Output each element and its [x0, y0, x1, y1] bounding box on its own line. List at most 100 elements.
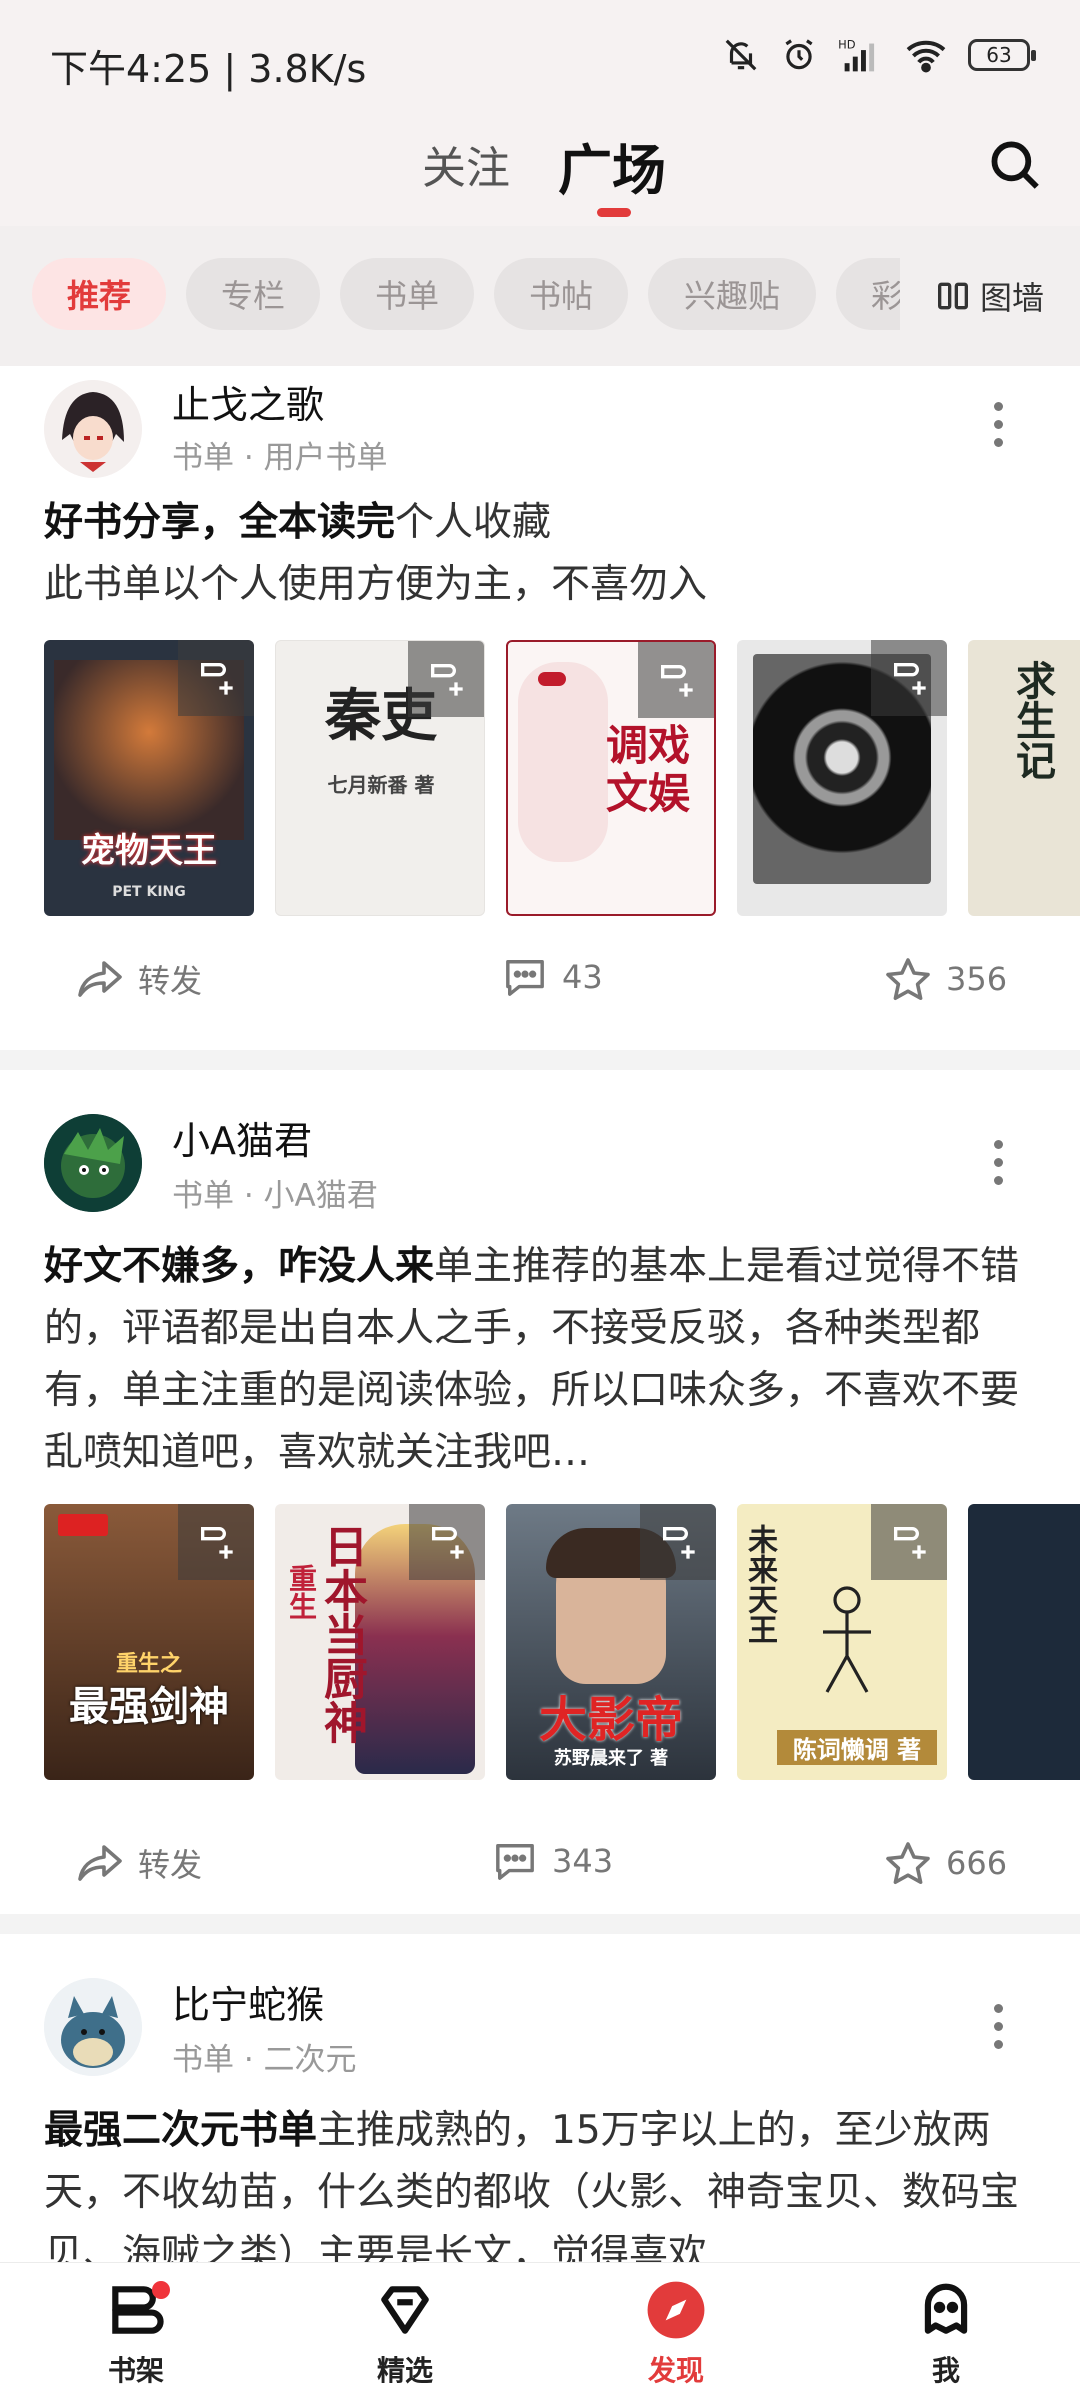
post-actions: 转发 343 666 [0, 1840, 1080, 1920]
category-chips: 推荐 专栏 书单 书帖 兴趣贴 彩蛋 图墙 [0, 226, 1080, 366]
comment-icon [506, 960, 544, 996]
like-button[interactable]: 356 [884, 956, 1007, 1002]
nav-discover[interactable]: 发现 [616, 2279, 736, 2389]
star-icon [886, 958, 930, 1000]
share-icon [78, 1845, 122, 1881]
chip-post[interactable]: 书帖 [494, 258, 628, 330]
more-options-icon[interactable] [992, 2004, 1004, 2058]
share-label: 转发 [138, 1846, 203, 1884]
book-cover-row: 宠物天王 PET KING 秦吏 七月新番 著 调戏文娱 求生记 [44, 640, 1080, 916]
book-subtitle: PET KING [112, 884, 186, 900]
book-cover-row: 重生之 最强剑神 重生 日本当厨神 大影帝 苏野晨来了 著 未来天王 陈词懒调 … [44, 1504, 1080, 1780]
chip-interest[interactable]: 兴趣贴 [648, 258, 816, 330]
profile-icon [924, 2283, 968, 2334]
username[interactable]: 止戈之歌 [172, 374, 324, 429]
book-title: 调戏文娱 [605, 721, 690, 818]
avatar[interactable] [44, 1114, 142, 1212]
image-wall-label: 图墙 [979, 279, 1044, 317]
search-icon[interactable] [986, 136, 1044, 194]
share-button[interactable]: 转发 [76, 956, 202, 1002]
share-label: 转发 [138, 962, 203, 1000]
book-title: 未来天王 [742, 1524, 777, 1644]
chip-booklist[interactable]: 书单 [340, 258, 474, 330]
battery-icon: 63 [968, 39, 1036, 71]
nav-featured[interactable]: 精选 [345, 2279, 465, 2389]
add-to-shelf-icon[interactable] [178, 1504, 254, 1580]
wifi-icon [906, 40, 946, 73]
status-icons: HD 63 [722, 36, 1036, 74]
book-cover[interactable]: 重生之 最强剑神 [44, 1504, 254, 1780]
active-tab-indicator [597, 208, 631, 217]
add-to-shelf-icon[interactable] [640, 1504, 716, 1580]
comment-count: 343 [552, 1842, 614, 1880]
feed-card[interactable]: 小A猫君 书单 · 小A猫君 好文不嫌多，咋没人来单主推荐的基本上是看过觉得不错… [0, 1070, 1080, 1914]
book-cover[interactable] [737, 640, 947, 916]
post-title: 好书分享，全本读完 [44, 500, 396, 545]
username[interactable]: 比宁蛇猴 [172, 1974, 324, 2029]
top-nav: 关注 广场 [0, 122, 1080, 226]
nav-me[interactable]: 我 [886, 2279, 1006, 2389]
feed-card[interactable]: 止戈之歌 书单 · 用户书单 好书分享，全本读完个人收藏 此书单以个人使用方便为… [0, 366, 1080, 1050]
svg-text:HD: HD [838, 37, 856, 51]
book-cover[interactable]: 重生 日本当厨神 [275, 1504, 485, 1780]
book-cover[interactable]: 求生记 [968, 640, 1080, 916]
signal-icon: HD [838, 37, 875, 72]
book-subtitle: 七月新番 著 [327, 773, 435, 797]
add-to-shelf-icon[interactable] [178, 640, 254, 716]
book-subtitle: 苏野晨来了 著 [553, 1748, 669, 1769]
nav-label: 精选 [376, 2354, 433, 2387]
like-count: 666 [946, 1844, 1008, 1882]
card-separator [0, 1050, 1080, 1070]
battery-level: 63 [986, 43, 1012, 67]
add-to-shelf-icon[interactable] [871, 640, 947, 716]
add-to-shelf-icon[interactable] [871, 1504, 947, 1580]
status-time: 下午4:25 | 3.8K/s [50, 47, 367, 91]
book-title: 大影帝 [538, 1692, 683, 1748]
chip-column[interactable]: 专栏 [186, 258, 320, 330]
more-options-icon[interactable] [992, 1140, 1004, 1194]
book-cover[interactable]: 调戏文娱 [506, 640, 716, 916]
book-title: 求生记 [1009, 660, 1056, 780]
notification-badge [152, 2281, 170, 2299]
book-subtitle: 陈词懒调 著 [777, 1730, 937, 1765]
comment-count: 43 [562, 958, 603, 996]
feed-card[interactable]: 比宁蛇猴 书单 · 二次元 最强二次元书单主推成熟的，15万字以上的，至少放两天… [0, 1934, 1080, 2262]
add-to-shelf-icon[interactable] [409, 1504, 485, 1580]
comment-button[interactable]: 43 [502, 956, 603, 998]
book-cover[interactable]: 秦吏 七月新番 著 [275, 640, 485, 916]
star-icon [886, 1842, 930, 1884]
nav-bookshelf[interactable]: 书架 [76, 2279, 196, 2389]
avatar[interactable] [44, 380, 142, 478]
tab-follow[interactable]: 关注 [422, 132, 510, 196]
compass-icon [647, 2281, 705, 2339]
avatar[interactable] [44, 1978, 142, 2076]
status-bar: 下午4:25 | 3.8K/s HD 63 [0, 0, 1080, 122]
post-actions: 转发 43 356 [0, 956, 1080, 1036]
tab-square[interactable]: 广场 [558, 126, 666, 205]
book-cover[interactable]: 宠物天王 PET KING [44, 640, 254, 916]
like-button[interactable]: 666 [884, 1840, 1007, 1886]
bottom-nav: 书架 精选 发现 我 [0, 2262, 1080, 2400]
book-cover[interactable]: 大影帝 苏野晨来了 著 [506, 1504, 716, 1780]
grid-wall-icon [937, 282, 968, 310]
post-title: 最强二次元书单 [44, 2108, 318, 2153]
username[interactable]: 小A猫君 [172, 1110, 312, 1165]
book-cover[interactable]: 未来天王 陈词懒调 著 [737, 1504, 947, 1780]
add-to-shelf-icon[interactable] [408, 641, 484, 717]
book-title: 日本当厨神 [316, 1524, 367, 1744]
like-count: 356 [946, 960, 1008, 998]
image-wall-toggle[interactable]: 图墙 [900, 226, 1080, 366]
comment-button[interactable]: 343 [492, 1840, 613, 1882]
diamond-icon [381, 2286, 429, 2334]
book-cover[interactable] [968, 1504, 1080, 1780]
post-description: 最强二次元书单主推成熟的，15万字以上的，至少放两天，不收幼苗，什么类的都收（火… [44, 2100, 1044, 2262]
chip-recommend[interactable]: 推荐 [32, 258, 166, 330]
more-options-icon[interactable] [992, 402, 1004, 456]
nav-label: 发现 [647, 2354, 704, 2387]
nav-label: 书架 [107, 2354, 164, 2387]
add-to-shelf-icon[interactable] [638, 642, 714, 718]
share-button[interactable]: 转发 [76, 1840, 202, 1886]
share-icon [78, 961, 122, 997]
post-title: 好文不嫌多，咋没人来 [44, 1244, 435, 1289]
comment-icon [496, 1844, 534, 1880]
